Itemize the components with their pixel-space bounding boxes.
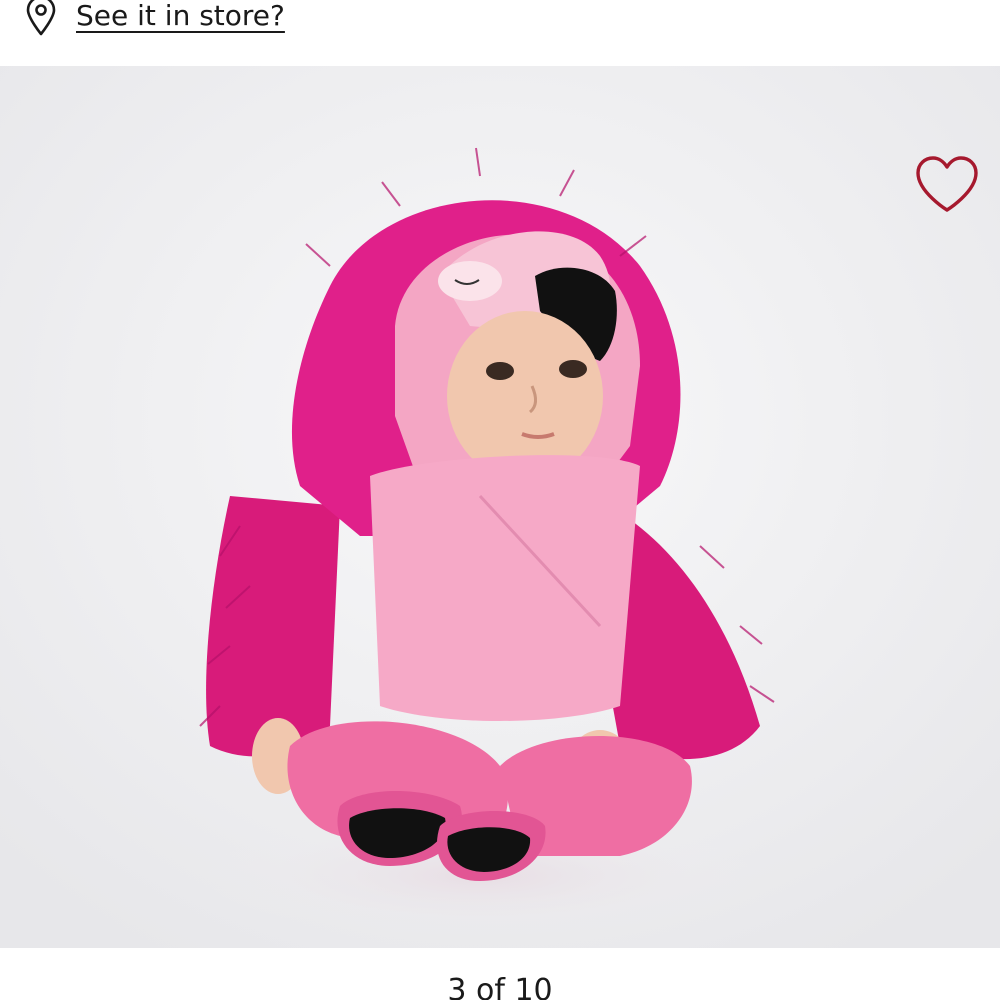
- see-in-store-link[interactable]: See it in store?: [24, 0, 285, 38]
- product-image[interactable]: [0, 66, 1000, 948]
- location-pin-icon: [24, 0, 58, 36]
- image-position-counter: 3 of 10: [447, 973, 553, 1000]
- see-in-store-label[interactable]: See it in store?: [76, 2, 285, 30]
- baby-flamingo-costume-photo: [0, 66, 1000, 948]
- wishlist-button[interactable]: [914, 154, 980, 216]
- heart-outline-icon: [914, 156, 980, 220]
- product-page: See it in store? 3 of 10: [0, 0, 1000, 1000]
